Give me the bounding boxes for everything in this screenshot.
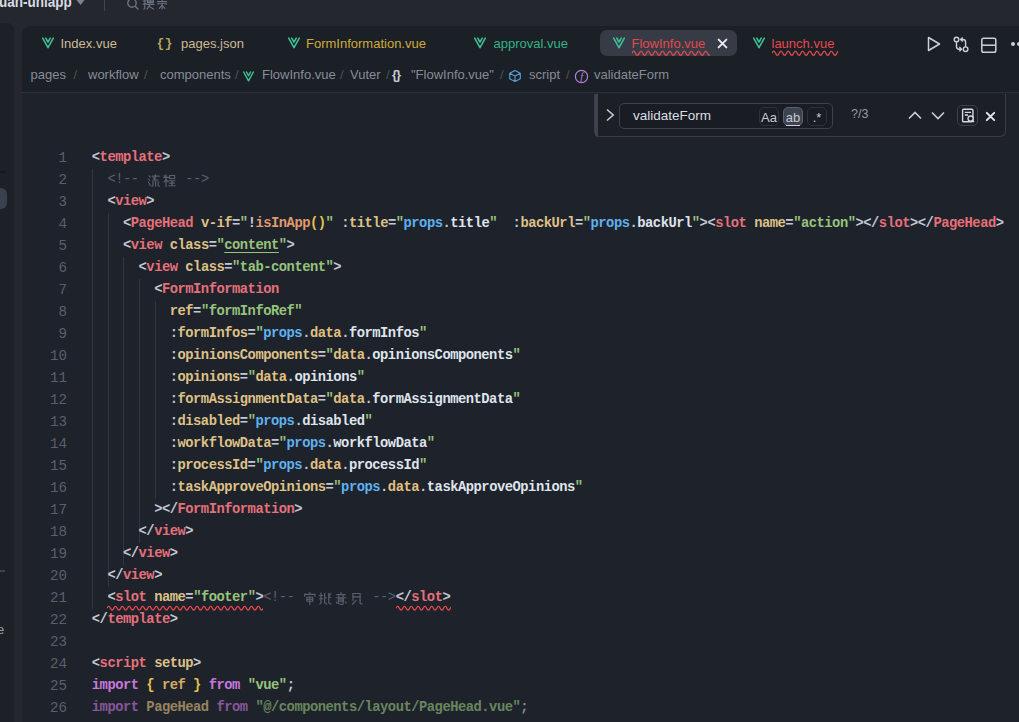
svg-text:f: f bbox=[580, 71, 585, 82]
